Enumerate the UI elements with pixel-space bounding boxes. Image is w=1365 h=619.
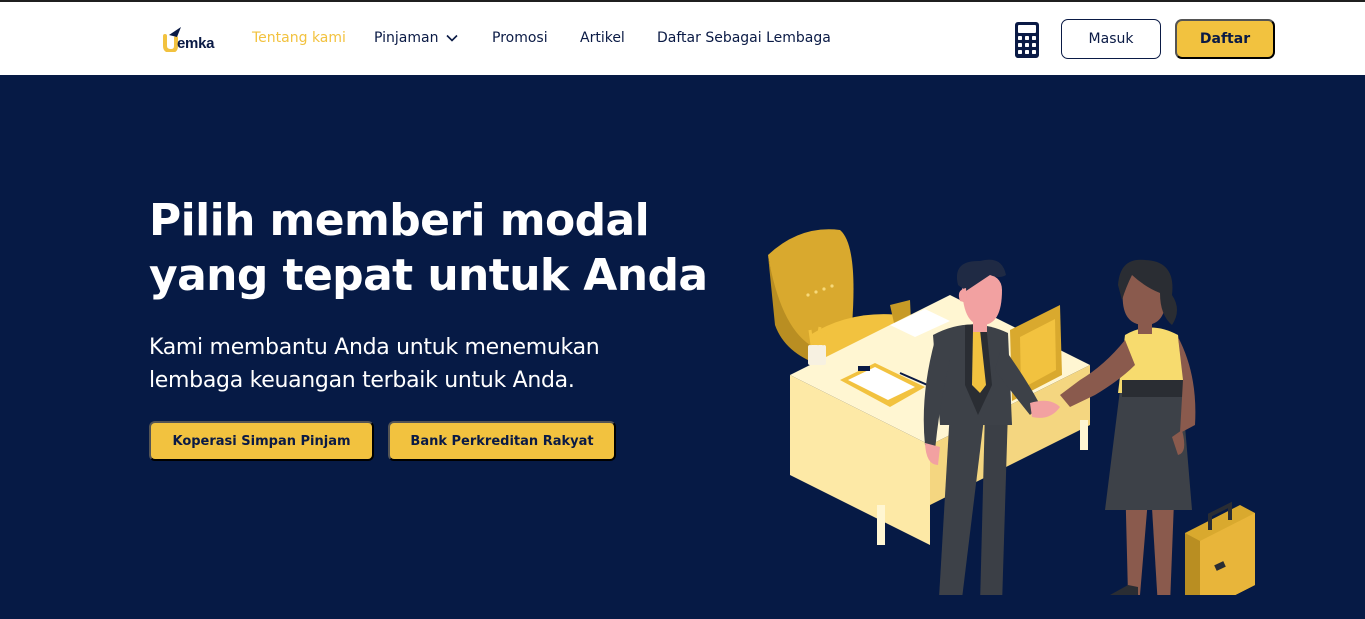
- hero-section: Pilih memberi modal yang tepat untuk And…: [0, 75, 1365, 619]
- koperasi-simpan-pinjam-button[interactable]: Koperasi Simpan Pinjam: [149, 421, 374, 461]
- hero-title-line-1: Pilih memberi modal: [149, 195, 650, 246]
- nav-tentang-kami[interactable]: Tentang kami: [252, 30, 346, 46]
- nav-pinjaman[interactable]: Pinjaman: [374, 30, 459, 46]
- navbar: emka Tentang kami Pinjaman Promosi Artik…: [0, 2, 1365, 75]
- bank-perkreditan-rakyat-button[interactable]: Bank Perkreditan Rakyat: [388, 421, 616, 461]
- hero-subtitle-line-2: lembaga keuangan terbaik untuk Anda.: [149, 368, 575, 393]
- chevron-down-icon: [446, 34, 459, 42]
- nav-daftar-sebagai-lembaga[interactable]: Daftar Sebagai Lembaga: [657, 30, 831, 46]
- nav-pinjaman-label: Pinjaman: [374, 30, 439, 46]
- hero-subtitle: Kami membantu Anda untuk menemukan lemba…: [149, 331, 709, 397]
- nav-promosi[interactable]: Promosi: [492, 30, 548, 46]
- login-button[interactable]: Masuk: [1061, 19, 1161, 59]
- nav-artikel[interactable]: Artikel: [580, 30, 625, 46]
- brand-logo[interactable]: emka: [163, 26, 223, 56]
- hero-title: Pilih memberi modal yang tepat untuk And…: [149, 193, 729, 303]
- hero-title-line-2: yang tepat untuk Anda: [149, 250, 708, 301]
- register-button[interactable]: Daftar: [1175, 19, 1275, 59]
- briefcase-illustration: [1185, 501, 1255, 595]
- hero-subtitle-line-1: Kami membantu Anda untuk menemukan: [149, 335, 600, 360]
- calculator-icon[interactable]: [1014, 21, 1040, 59]
- logo-text: emka: [177, 35, 215, 52]
- business-handshake-illustration: [768, 229, 1255, 595]
